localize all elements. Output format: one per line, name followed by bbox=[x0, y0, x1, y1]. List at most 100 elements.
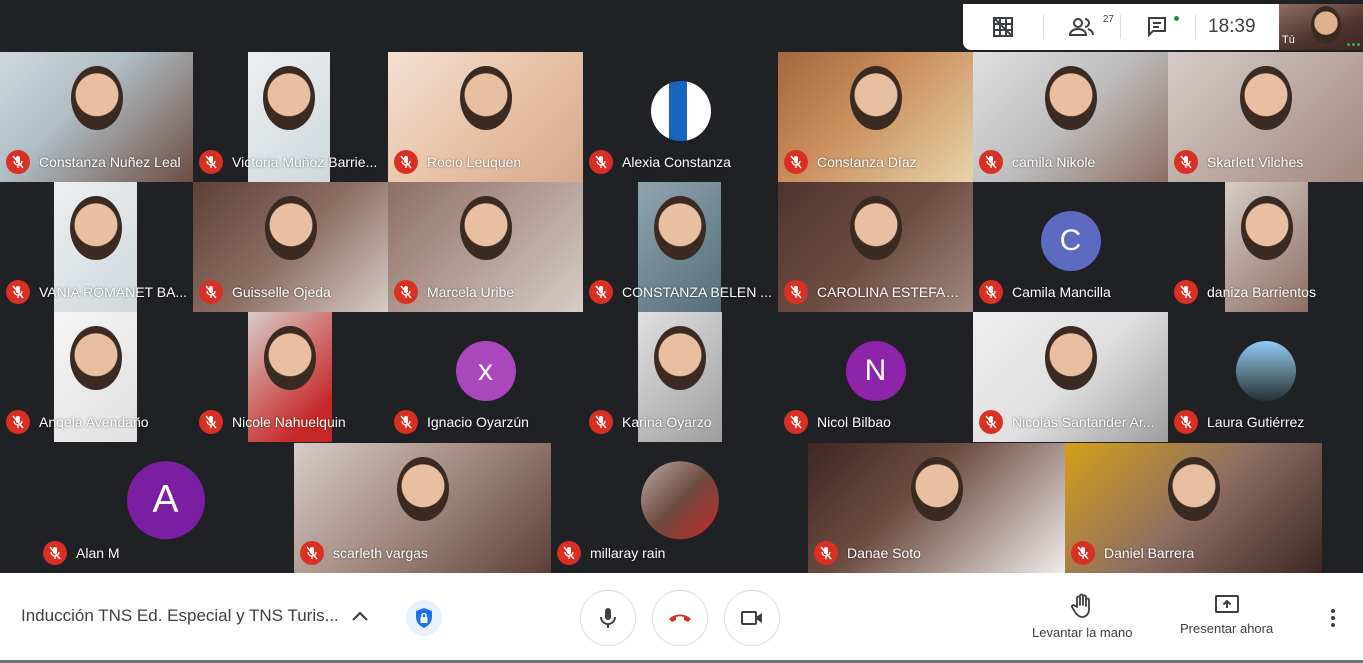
participant-label: Karina Oyarzo bbox=[589, 410, 711, 434]
chat-button[interactable] bbox=[1121, 4, 1195, 50]
mic-muted-icon bbox=[784, 410, 808, 434]
participant-face bbox=[910, 457, 963, 521]
participant-tile[interactable]: CAROLINA ESTEFANI... bbox=[778, 182, 973, 312]
mic-muted-icon bbox=[199, 150, 223, 174]
participant-label: Nicolás Santander Ar... bbox=[979, 410, 1154, 434]
participant-label: Camila Mancilla bbox=[979, 280, 1111, 304]
participant-label: Marcela Uribe bbox=[394, 280, 514, 304]
participant-face bbox=[654, 326, 706, 390]
participant-tile[interactable]: Constanza Nuñez Leal bbox=[0, 52, 195, 182]
participant-avatar: C bbox=[1040, 211, 1101, 271]
participant-label: Danae Soto bbox=[814, 541, 921, 565]
participant-label: Angela Avendaño bbox=[6, 410, 149, 434]
raise-hand-icon bbox=[1071, 593, 1091, 618]
participant-tile[interactable]: Constanza Díaz bbox=[778, 52, 973, 182]
participant-face bbox=[849, 196, 902, 260]
participant-tile[interactable]: Skarlett Vilches bbox=[1168, 52, 1363, 182]
participant-label: CONSTANZA BELEN ... bbox=[589, 280, 772, 304]
participant-tile[interactable]: millaray rain bbox=[551, 443, 808, 573]
raise-hand-button[interactable]: Levantar la mano bbox=[1032, 593, 1132, 640]
host-controls-button[interactable] bbox=[406, 600, 442, 636]
layout-button[interactable] bbox=[963, 4, 1043, 50]
participant-label: Daniel Barrera bbox=[1071, 541, 1194, 565]
participant-label: VANIA ROMANET BA... bbox=[6, 280, 187, 304]
present-screen-icon bbox=[1214, 595, 1239, 613]
participant-label: millaray rain bbox=[557, 541, 665, 565]
participant-tile[interactable]: Angela Avendaño bbox=[0, 312, 195, 442]
participant-name: VANIA ROMANET BA... bbox=[39, 284, 188, 300]
mic-muted-icon bbox=[589, 280, 613, 304]
participant-label: Rocio Leuquen bbox=[394, 150, 521, 174]
participant-face bbox=[396, 457, 449, 521]
meeting-title[interactable]: Inducción TNS Ed. Especial y TNS Turis..… bbox=[21, 606, 339, 626]
participant-tile[interactable]: N Nicol Bilbao bbox=[778, 312, 973, 442]
chevron-up-icon[interactable] bbox=[350, 609, 370, 623]
participant-name: Guisselle Ojeda bbox=[232, 284, 331, 300]
meet-window: 27 18:39 Tú Constanza Nuñez Leal Victoria… bbox=[0, 0, 1363, 663]
participant-name: CAROLINA ESTEFANI... bbox=[817, 284, 969, 300]
participant-avatar-photo bbox=[640, 461, 719, 540]
participant-label: Alexia Constanza bbox=[589, 150, 731, 174]
participant-tile[interactable]: Karina Oyarzo bbox=[583, 312, 778, 442]
participant-label: Ignacio Oyarzún bbox=[394, 410, 529, 434]
participant-tile[interactable]: camila Nikole bbox=[973, 52, 1168, 182]
participant-name: Danae Soto bbox=[847, 545, 921, 561]
participant-face bbox=[1239, 66, 1292, 130]
grid-layout-icon bbox=[993, 17, 1013, 37]
participant-label: camila Nikole bbox=[979, 150, 1095, 174]
participant-tile[interactable]: A Alan M bbox=[37, 443, 294, 573]
mic-muted-icon bbox=[589, 150, 613, 174]
self-video bbox=[1311, 6, 1341, 44]
self-options-icon[interactable] bbox=[1347, 43, 1360, 46]
participant-tile[interactable]: Daniel Barrera bbox=[1065, 443, 1322, 573]
participant-face bbox=[653, 196, 706, 260]
participant-face bbox=[264, 326, 316, 390]
mic-muted-icon bbox=[300, 541, 324, 565]
participant-label: Guisselle Ojeda bbox=[199, 280, 331, 304]
participant-tile[interactable]: Nicole Nahuelquin bbox=[193, 312, 388, 442]
participant-avatar: A bbox=[126, 461, 205, 540]
participant-tile[interactable]: x Ignacio Oyarzún bbox=[388, 312, 583, 442]
participant-tile[interactable]: Nicolás Santander Ar... bbox=[973, 312, 1168, 442]
mic-muted-icon bbox=[394, 150, 418, 174]
participant-tile[interactable]: C Camila Mancilla bbox=[973, 182, 1168, 312]
participant-tile[interactable]: CONSTANZA BELEN ... bbox=[583, 182, 778, 312]
participant-tile[interactable]: Alexia Constanza bbox=[583, 52, 778, 182]
participant-name: Alexia Constanza bbox=[622, 154, 731, 170]
participant-label: Constanza Nuñez Leal bbox=[6, 150, 181, 174]
participant-tile[interactable]: Danae Soto bbox=[808, 443, 1065, 573]
people-icon bbox=[1069, 18, 1094, 36]
mic-muted-icon bbox=[979, 410, 1003, 434]
participant-name: Constanza Nuñez Leal bbox=[39, 154, 181, 170]
participant-tile[interactable]: Marcela Uribe bbox=[388, 182, 583, 312]
participants-button[interactable]: 27 bbox=[1044, 4, 1120, 50]
mic-muted-icon bbox=[6, 280, 30, 304]
participant-tile[interactable]: Rocio Leuquen bbox=[388, 52, 583, 182]
participant-tile[interactable]: Victoria Muñoz Barrie... bbox=[193, 52, 388, 182]
mic-muted-icon bbox=[394, 410, 418, 434]
end-call-button[interactable] bbox=[652, 590, 708, 646]
participant-name: Alan M bbox=[76, 545, 120, 561]
participant-face bbox=[1044, 66, 1097, 130]
shield-lock-icon bbox=[416, 608, 432, 628]
participant-tile[interactable]: Guisselle Ojeda bbox=[193, 182, 388, 312]
participant-face bbox=[1167, 457, 1220, 521]
participant-name: Nicol Bilbao bbox=[817, 414, 891, 430]
participant-name: Nicolás Santander Ar... bbox=[1012, 414, 1155, 430]
participant-tile[interactable]: VANIA ROMANET BA... bbox=[0, 182, 195, 312]
participant-name: daniza Barrientos bbox=[1207, 284, 1316, 300]
participant-face bbox=[264, 196, 317, 260]
camera-button[interactable] bbox=[724, 590, 780, 646]
more-options-button[interactable] bbox=[1320, 603, 1346, 633]
mic-muted-icon bbox=[1174, 150, 1198, 174]
participant-tile[interactable]: scarleth vargas bbox=[294, 443, 551, 573]
participant-tile[interactable]: daniza Barrientos bbox=[1168, 182, 1363, 312]
participant-tile[interactable]: Laura Gutiérrez bbox=[1168, 312, 1363, 442]
self-view-tile[interactable]: Tú bbox=[1279, 4, 1363, 50]
mic-muted-icon bbox=[199, 410, 223, 434]
participant-face bbox=[69, 326, 122, 390]
present-now-button[interactable]: Presentar ahora bbox=[1180, 593, 1273, 636]
microphone-button[interactable] bbox=[580, 590, 636, 646]
mic-muted-icon bbox=[6, 150, 30, 174]
participant-name: Angela Avendaño bbox=[39, 414, 149, 430]
